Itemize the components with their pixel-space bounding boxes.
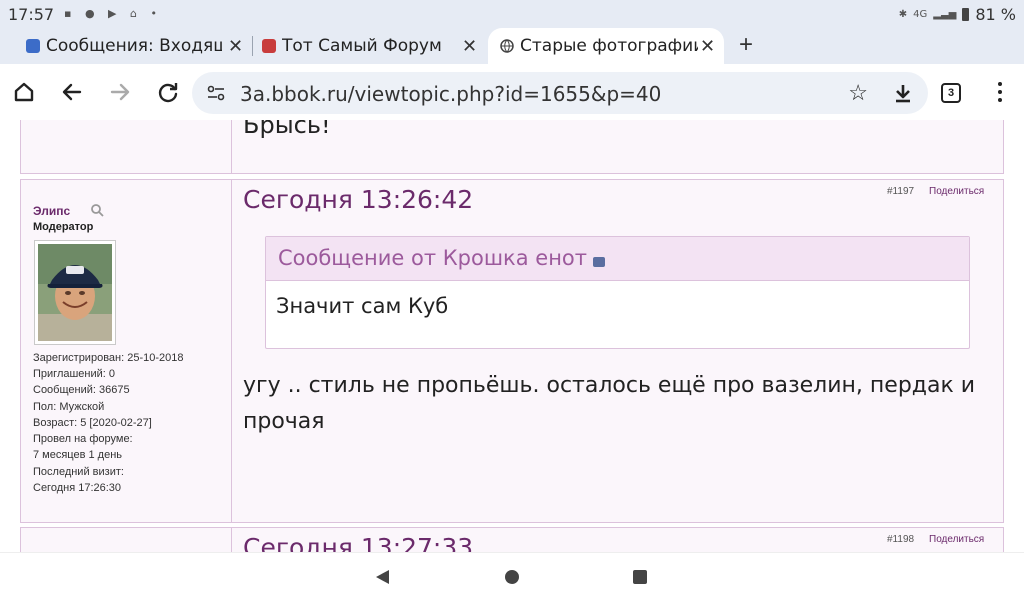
author-role: Модератор bbox=[33, 221, 94, 233]
status-right: ✱ 4G ▂▃▅ 81 % bbox=[899, 5, 1016, 24]
nav-recents-icon[interactable] bbox=[633, 570, 647, 584]
post-number-link[interactable]: #1198 bbox=[887, 534, 914, 545]
post-author-column: Элипс Модератор Зарегистрирован: 25-10-2… bbox=[21, 180, 232, 522]
previous-post: Брысь! bbox=[20, 120, 1004, 174]
close-tab-icon[interactable]: ✕ bbox=[228, 36, 243, 57]
close-tab-icon[interactable]: ✕ bbox=[700, 36, 715, 57]
notification-icons: ▪ ● ▶ ⌂ • bbox=[64, 7, 162, 20]
tab-title: Тот Самый Форум bbox=[282, 36, 442, 56]
forum-favicon-icon bbox=[26, 39, 40, 53]
author-info-line: 7 месяцев 1 день bbox=[33, 449, 123, 461]
address-bar[interactable]: 3a.bbok.ru/viewtopic.php?id=1655&p=40 ☆ bbox=[192, 72, 928, 114]
next-post: Сегодня 13:27:33 #1198 Поделиться bbox=[20, 527, 1004, 552]
tab-strip: Сообщения: Входящ ✕ Тот Самый Форум ✕ Ст… bbox=[0, 28, 1024, 64]
forum-favicon-icon bbox=[262, 39, 276, 53]
forward-arrow-icon[interactable] bbox=[106, 78, 134, 106]
bluetooth-icon: ✱ bbox=[898, 9, 908, 20]
share-link[interactable]: Поделиться bbox=[929, 534, 984, 545]
home-icon[interactable] bbox=[10, 78, 38, 106]
nav-home-icon[interactable] bbox=[505, 570, 519, 584]
quote-author: Сообщение от Крошка енот bbox=[278, 246, 588, 270]
author-name-link[interactable]: Элипс bbox=[33, 204, 70, 218]
download-icon[interactable] bbox=[892, 82, 914, 104]
tab-separator bbox=[252, 36, 253, 56]
tab-forum[interactable]: Тот Самый Форум ✕ bbox=[262, 28, 480, 64]
avatar bbox=[34, 240, 116, 345]
back-arrow-icon[interactable] bbox=[58, 78, 86, 106]
battery-percent: 81 % bbox=[975, 5, 1016, 24]
browser-toolbar: 3a.bbok.ru/viewtopic.php?id=1655&p=40 ☆ … bbox=[0, 64, 1024, 120]
post-author-column bbox=[21, 120, 232, 173]
globe-icon bbox=[500, 39, 514, 53]
forum-page: Брысь! Элипс Модератор Зарегистрирован: … bbox=[0, 120, 1024, 552]
tab-switcher-button[interactable]: 3 bbox=[941, 83, 961, 103]
post-number-link[interactable]: #1197 bbox=[887, 186, 914, 197]
status-time: 17:57 bbox=[8, 5, 55, 24]
nav-back-icon[interactable] bbox=[376, 570, 389, 584]
reload-icon[interactable] bbox=[154, 78, 182, 106]
author-info-line: Провел на форуме: bbox=[33, 433, 133, 445]
post-author-column bbox=[21, 528, 232, 552]
site-settings-icon[interactable] bbox=[206, 83, 226, 103]
post-text: угу .. стиль не пропьёшь. осталось ещё п… bbox=[243, 373, 976, 434]
network-label: 4G bbox=[913, 9, 928, 20]
author-info-line: Зарегистрирован: 25-10-2018 bbox=[33, 352, 184, 364]
post-timestamp-link[interactable]: Сегодня 13:27:33 bbox=[243, 533, 473, 552]
post-text: Брысь! bbox=[243, 120, 331, 139]
url-text[interactable]: 3a.bbok.ru/viewtopic.php?id=1655&p=40 bbox=[240, 82, 661, 106]
post-timestamp-link[interactable]: Сегодня 13:26:42 bbox=[243, 185, 473, 214]
author-info-line: Последний визит: bbox=[33, 466, 124, 478]
battery-icon bbox=[962, 8, 970, 21]
tab-messages[interactable]: Сообщения: Входящ ✕ bbox=[26, 28, 248, 64]
share-link[interactable]: Поделиться bbox=[929, 186, 984, 197]
tab-old-photos-active[interactable]: Старые фотографии ✕ bbox=[488, 28, 724, 64]
forum-post: Элипс Модератор Зарегистрирован: 25-10-2… bbox=[20, 179, 1004, 523]
signal-icon: ▂▃▅ bbox=[933, 9, 957, 20]
system-nav-bar bbox=[0, 552, 1024, 600]
close-tab-icon[interactable]: ✕ bbox=[462, 36, 477, 57]
author-info-line: Сообщений: 36675 bbox=[33, 384, 130, 396]
search-icon[interactable] bbox=[90, 203, 104, 217]
author-info-line: Возраст: 5 [2020-02-27] bbox=[33, 417, 152, 429]
jump-to-quote-icon[interactable] bbox=[593, 257, 606, 267]
overflow-menu-icon[interactable] bbox=[994, 82, 1006, 104]
browser-screen: 17:57 ▪ ● ▶ ⌂ • ✱ 4G ▂▃▅ 81 % Сообщения:… bbox=[0, 0, 1024, 600]
tab-title: Старые фотографии bbox=[520, 36, 698, 56]
quote-block: Сообщение от Крошка енот Значит сам Куб bbox=[265, 236, 970, 349]
avatar-photo bbox=[38, 244, 112, 341]
bookmark-star-icon[interactable]: ☆ bbox=[848, 80, 868, 106]
author-info-line: Пол: Мужской bbox=[33, 401, 105, 413]
quote-header: Сообщение от Крошка енот bbox=[266, 237, 969, 281]
author-info-line: Приглашений: 0 bbox=[33, 368, 116, 380]
tab-title: Сообщения: Входящ bbox=[46, 36, 222, 56]
author-info-line: Сегодня 17:26:30 bbox=[33, 482, 122, 494]
status-bar: 17:57 ▪ ● ▶ ⌂ • ✱ 4G ▂▃▅ 81 % bbox=[0, 0, 1024, 28]
quote-text: Значит сам Куб bbox=[276, 294, 449, 318]
new-tab-button[interactable]: + bbox=[734, 28, 758, 64]
